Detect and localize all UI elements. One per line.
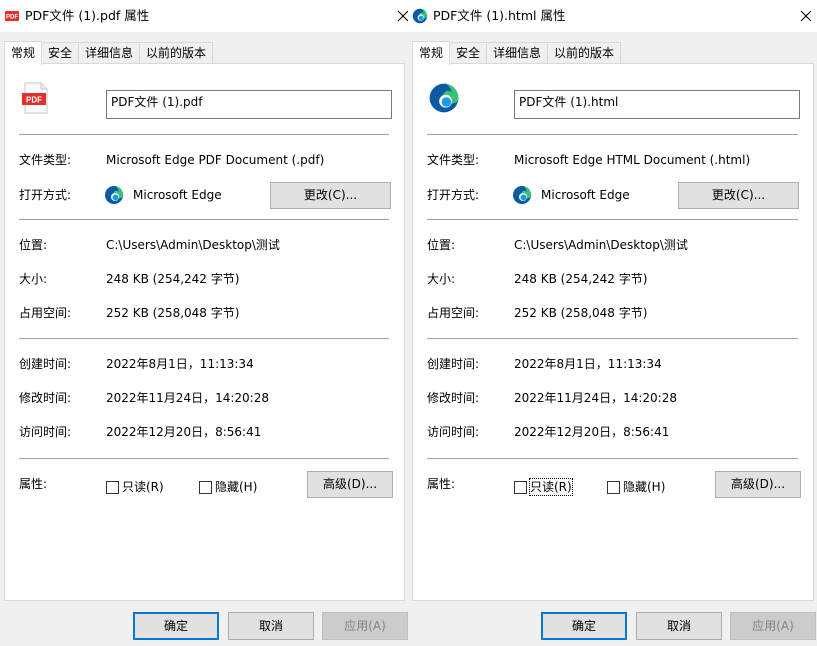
separator (19, 219, 389, 220)
title-bar: PDF文件 (1).html 属性 (408, 0, 817, 32)
disk-size-label: 占用空间: (427, 306, 480, 320)
open-with-app-name: Microsoft Edge (541, 188, 630, 202)
tab-previous-versions[interactable]: 以前的版本 (548, 42, 622, 64)
advanced-button[interactable]: 高级(D)... (307, 471, 393, 498)
change-button[interactable]: 更改(C)... (678, 182, 799, 209)
tab-strip: 常规 安全 详细信息 以前的版本 (412, 41, 622, 65)
disk-size-label: 占用空间: (19, 306, 72, 320)
created-label: 创建时间: (19, 357, 72, 371)
tab-general[interactable]: 常规 (4, 41, 43, 65)
file-type-label: 文件类型: (427, 153, 480, 167)
separator (19, 338, 389, 339)
checkbox-box[interactable] (106, 480, 119, 494)
pdf-file-icon: PDF (20, 82, 52, 114)
separator (427, 458, 798, 459)
tab-previous-versions[interactable]: 以前的版本 (140, 42, 214, 64)
disk-size-value: 252 KB (258,048 字节) (106, 306, 240, 320)
edge-icon (428, 82, 460, 114)
attributes-label: 属性: (19, 477, 48, 491)
checkbox-box[interactable] (199, 480, 212, 494)
size-value: 248 KB (254,242 字节) (106, 272, 240, 286)
tab-security[interactable]: 安全 (42, 42, 80, 64)
location-label: 位置: (19, 238, 48, 252)
readonly-label: 只读(R) (122, 480, 164, 494)
filename-input[interactable] (514, 90, 800, 119)
attributes-label: 属性: (427, 477, 456, 491)
apply-button[interactable]: 应用(A) (730, 612, 816, 640)
readonly-checkbox[interactable]: 只读(R) (106, 479, 164, 495)
accessed-label: 访问时间: (427, 425, 480, 439)
general-panel: PDF 文件类型: Microsoft Edge PDF Document (.… (4, 63, 405, 601)
tab-details[interactable]: 详细信息 (487, 42, 549, 64)
accessed-value: 2022年12月20日，8:56:41 (106, 425, 262, 439)
modified-label: 修改时间: (427, 391, 480, 405)
checkbox-box[interactable] (514, 480, 527, 494)
change-button[interactable]: 更改(C)... (270, 182, 391, 209)
close-button[interactable] (793, 4, 817, 28)
pdf-icon-text: PDF (26, 96, 42, 105)
size-label: 大小: (19, 272, 48, 286)
apply-button[interactable]: 应用(A) (322, 612, 408, 640)
open-with-label: 打开方式: (427, 188, 480, 202)
edge-icon (512, 185, 532, 205)
size-value: 248 KB (254,242 字节) (514, 272, 648, 286)
tab-security[interactable]: 安全 (450, 42, 488, 64)
modified-value: 2022年11月24日，14:20:28 (106, 391, 269, 405)
tab-strip: 常规 安全 详细信息 以前的版本 (4, 41, 214, 65)
cancel-button[interactable]: 取消 (228, 612, 314, 640)
window-title: PDF文件 (1).html 属性 (433, 8, 566, 23)
file-type-value: Microsoft Edge PDF Document (.pdf) (106, 153, 325, 167)
location-value: C:\Users\Admin\Desktop\测试 (514, 238, 688, 252)
open-with-app-name: Microsoft Edge (133, 188, 222, 202)
location-value: C:\Users\Admin\Desktop\测试 (106, 238, 280, 252)
separator (19, 134, 389, 135)
disk-size-value: 252 KB (258,048 字节) (514, 306, 648, 320)
modified-label: 修改时间: (19, 391, 72, 405)
title-bar: PDF PDF文件 (1).pdf 属性 (0, 0, 409, 32)
separator (427, 134, 798, 135)
properties-dialog-html: PDF文件 (1).html 属性 常规 安全 详细信息 以前的版本 文件类型:… (408, 0, 817, 646)
general-panel: 文件类型: Microsoft Edge HTML Document (.htm… (412, 63, 814, 601)
edge-icon (104, 185, 124, 205)
separator (19, 458, 389, 459)
close-icon (800, 10, 812, 22)
filename-input[interactable] (106, 90, 392, 119)
separator (427, 338, 798, 339)
window-title: PDF文件 (1).pdf 属性 (25, 8, 150, 23)
hidden-checkbox[interactable]: 隐藏(H) (199, 479, 257, 495)
pdf-icon-text: PDF (6, 15, 18, 21)
created-label: 创建时间: (427, 357, 480, 371)
ok-button[interactable]: 确定 (133, 612, 219, 640)
tab-general[interactable]: 常规 (412, 41, 451, 65)
ok-button[interactable]: 确定 (541, 612, 627, 640)
edge-icon (412, 8, 428, 24)
modified-value: 2022年11月24日，14:20:28 (514, 391, 677, 405)
hidden-label: 隐藏(H) (623, 480, 666, 494)
advanced-button[interactable]: 高级(D)... (715, 471, 801, 498)
created-value: 2022年8月1日，11:13:34 (106, 357, 254, 371)
pdf-file-icon: PDF (4, 8, 20, 24)
hidden-label: 隐藏(H) (215, 480, 258, 494)
readonly-checkbox[interactable]: 只读(R) (514, 478, 573, 496)
properties-dialog-pdf: PDF PDF文件 (1).pdf 属性 常规 安全 详细信息 以前的版本 PD… (0, 0, 409, 646)
hidden-checkbox[interactable]: 隐藏(H) (607, 479, 665, 495)
open-with-label: 打开方式: (19, 188, 72, 202)
cancel-button[interactable]: 取消 (636, 612, 722, 640)
readonly-label: 只读(R) (529, 478, 573, 496)
accessed-value: 2022年12月20日，8:56:41 (514, 425, 670, 439)
created-value: 2022年8月1日，11:13:34 (514, 357, 662, 371)
accessed-label: 访问时间: (19, 425, 72, 439)
file-type-label: 文件类型: (19, 153, 72, 167)
file-type-value: Microsoft Edge HTML Document (.html) (514, 153, 751, 167)
checkbox-box[interactable] (607, 480, 620, 494)
location-label: 位置: (427, 238, 456, 252)
tab-details[interactable]: 详细信息 (79, 42, 141, 64)
size-label: 大小: (427, 272, 456, 286)
separator (427, 219, 798, 220)
